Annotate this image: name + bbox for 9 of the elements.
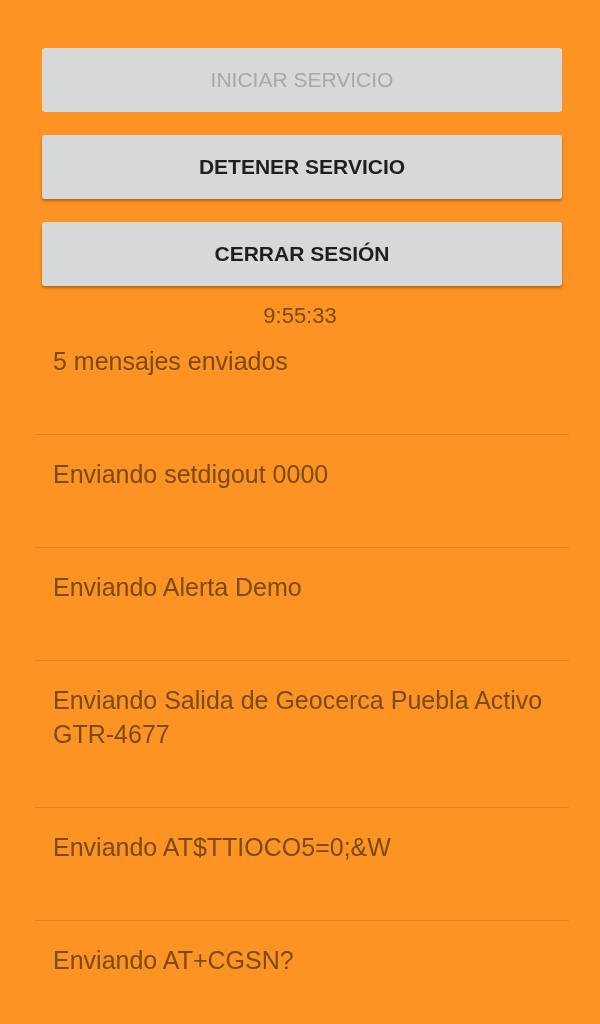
log-message: Enviando Alerta Demo [53, 573, 302, 601]
log-message: Enviando AT+CGSN? [53, 946, 294, 974]
log-message: Enviando setdigout 0000 [53, 460, 329, 488]
time-label: 9:55:33 [263, 302, 337, 330]
stop-service-button[interactable]: DETENER SERVICIO [42, 135, 562, 199]
log-message: Enviando Salida de Geocerca Puebla Activo GTR-4677 [53, 686, 543, 748]
log-message: 5 mensajes enviados [53, 347, 288, 375]
log-message: Enviando AT$TTIOCO5=0;&W [53, 833, 391, 861]
logout-button[interactable]: CERRAR SESIÓN [42, 222, 562, 286]
